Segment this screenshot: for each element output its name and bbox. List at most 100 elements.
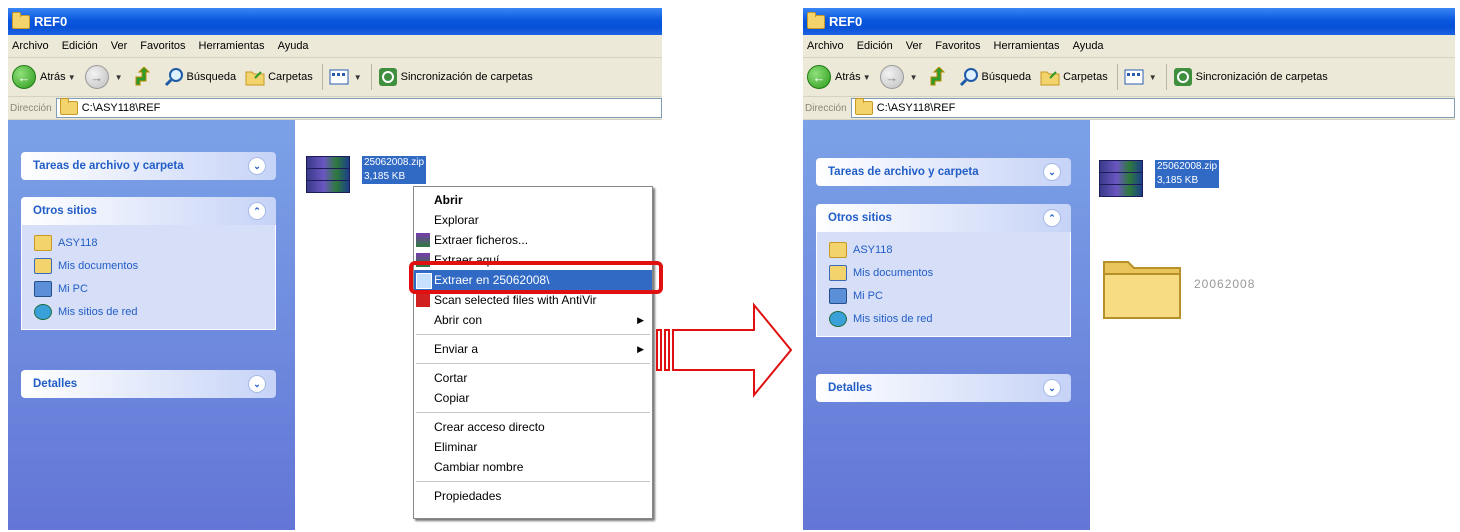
arrow-icon <box>656 302 793 398</box>
network-icon <box>829 310 847 327</box>
other-places-list: ASY118 Mis documentos Mi PC Mis sitios d… <box>21 225 276 330</box>
menu-herramientas[interactable]: Herramientas <box>199 40 265 52</box>
search-label: Búsqueda <box>186 71 237 83</box>
views-button[interactable]: ▼ <box>1124 67 1157 87</box>
menu-item-copy[interactable]: Copiar <box>414 388 652 408</box>
place-asy118[interactable]: ASY118 <box>34 231 275 254</box>
place-mi-pc[interactable]: Mi PC <box>34 277 275 300</box>
menu-item-cut[interactable]: Cortar <box>414 368 652 388</box>
sync-button[interactable]: Sincronización de carpetas <box>1173 67 1328 87</box>
folder-icon[interactable] <box>1100 250 1184 322</box>
sync-icon <box>1173 68 1192 86</box>
folder-icon <box>854 98 873 115</box>
menu-item-extract-files[interactable]: Extraer ficheros... <box>414 230 652 250</box>
menu-ayuda[interactable]: Ayuda <box>278 40 309 52</box>
views-button[interactable]: ▼ <box>329 67 362 87</box>
place-label: Mi PC <box>853 289 883 302</box>
mypc-icon <box>34 280 52 297</box>
chevron-right-icon: ▶ <box>637 315 644 325</box>
menu-divider <box>416 363 650 364</box>
folders-icon <box>1040 71 1060 86</box>
chevron-down-icon[interactable]: ⌄ <box>1043 379 1061 397</box>
chevron-up-icon[interactable]: ⌃ <box>248 202 266 220</box>
address-field[interactable]: C:\ASY118\REF <box>55 98 662 118</box>
place-mis-documentos[interactable]: Mis documentos <box>34 254 275 277</box>
mypc-icon <box>829 287 847 304</box>
menu-edicion[interactable]: Edición <box>857 40 893 52</box>
place-label: Mis documentos <box>853 266 934 279</box>
up-icon <box>135 67 150 86</box>
sync-icon <box>378 68 397 86</box>
menu-archivo[interactable]: Archivo <box>807 40 844 52</box>
forward-button[interactable]: → ▼ <box>84 65 123 89</box>
menu-bar: Archivo Edición Ver Favoritos Herramient… <box>8 35 662 58</box>
chevron-down-icon[interactable]: ⌄ <box>1043 163 1061 181</box>
forward-icon: → <box>879 65 904 89</box>
menu-favoritos[interactable]: Favoritos <box>140 40 185 52</box>
place-label: Mis sitios de red <box>853 312 933 325</box>
menu-item-label: Extraer ficheros... <box>434 233 529 247</box>
sync-label: Sincronización de carpetas <box>400 71 533 83</box>
highlight-box <box>409 261 663 294</box>
file-tasks-header[interactable]: Tareas de archivo y carpeta ⌄ <box>816 158 1071 186</box>
address-field[interactable]: C:\ASY118\REF <box>850 98 1455 118</box>
back-button[interactable]: ← Atrás ▼ <box>12 65 76 89</box>
details-header[interactable]: Detalles ⌄ <box>21 370 276 398</box>
menu-ver[interactable]: Ver <box>906 40 923 52</box>
menu-item-open[interactable]: Abrir <box>414 190 652 210</box>
place-mis-sitios-de-red[interactable]: Mis sitios de red <box>34 300 275 323</box>
up-button[interactable] <box>927 67 950 87</box>
file-name: 25062008.zip <box>1155 160 1220 174</box>
folders-button[interactable]: Carpetas <box>1040 67 1108 87</box>
place-mis-sitios-de-red[interactable]: Mis sitios de red <box>829 307 1070 330</box>
other-places-list: ASY118 Mis documentos Mi PC Mis sitios d… <box>816 232 1071 337</box>
search-icon <box>959 68 978 87</box>
menu-favoritos[interactable]: Favoritos <box>935 40 980 52</box>
up-button[interactable] <box>132 67 155 87</box>
window-title: REF0 <box>34 14 68 29</box>
folder-icon <box>59 98 78 115</box>
other-places-header[interactable]: Otros sitios ⌃ <box>21 197 276 225</box>
sync-button[interactable]: Sincronización de carpetas <box>378 67 533 87</box>
documents-icon <box>34 257 52 274</box>
file-tasks-header[interactable]: Tareas de archivo y carpeta ⌄ <box>21 152 276 180</box>
other-places-header[interactable]: Otros sitios ⌃ <box>816 204 1071 232</box>
menu-edicion[interactable]: Edición <box>62 40 98 52</box>
place-mi-pc[interactable]: Mi PC <box>829 284 1070 307</box>
winrar-icon <box>306 156 350 193</box>
separator <box>321 64 323 90</box>
forward-icon: → <box>84 65 109 89</box>
chevron-down-icon[interactable]: ⌄ <box>248 157 266 175</box>
menu-item-properties[interactable]: Propiedades <box>414 486 652 506</box>
menu-ver[interactable]: Ver <box>111 40 128 52</box>
search-button[interactable]: Búsqueda <box>959 67 1031 87</box>
place-mis-documentos[interactable]: Mis documentos <box>829 261 1070 284</box>
address-bar: Dirección C:\ASY118\REF <box>803 97 1455 120</box>
menu-item-label: Enviar a <box>434 342 479 356</box>
menu-archivo[interactable]: Archivo <box>12 40 49 52</box>
chevron-down-icon[interactable]: ⌄ <box>248 375 266 393</box>
context-menu: Abrir Explorar Extraer ficheros... Extra… <box>413 186 653 519</box>
chevron-up-icon[interactable]: ⌃ <box>1043 209 1061 227</box>
menu-ayuda[interactable]: Ayuda <box>1073 40 1104 52</box>
folders-button[interactable]: Carpetas <box>245 67 313 87</box>
menu-item-explore[interactable]: Explorar <box>414 210 652 230</box>
menu-item-send-to[interactable]: Enviar a ▶ <box>414 339 652 359</box>
details-header[interactable]: Detalles ⌄ <box>816 374 1071 402</box>
menu-item-open-with[interactable]: Abrir con ▶ <box>414 310 652 330</box>
place-asy118[interactable]: ASY118 <box>829 238 1070 261</box>
search-button[interactable]: Búsqueda <box>164 67 237 87</box>
menu-item-rename[interactable]: Cambiar nombre <box>414 457 652 477</box>
menu-item-delete[interactable]: Eliminar <box>414 437 652 457</box>
place-label: Mis sitios de red <box>58 305 138 318</box>
zip-file-item[interactable]: 25062008.zip 3,185 KB <box>306 156 427 193</box>
extracted-folder-name[interactable]: 20062008 <box>1194 277 1255 291</box>
forward-button[interactable]: → ▼ <box>879 65 918 89</box>
zip-file-item[interactable]: 25062008.zip 3,185 KB <box>1099 160 1220 197</box>
menu-item-create-shortcut[interactable]: Crear acceso directo <box>414 417 652 437</box>
back-button[interactable]: ← Atrás ▼ <box>807 65 871 89</box>
other-places-title: Otros sitios <box>828 212 892 224</box>
file-tasks-title: Tareas de archivo y carpeta <box>828 166 979 178</box>
menu-herramientas[interactable]: Herramientas <box>994 40 1060 52</box>
address-path: C:\ASY118\REF <box>876 102 956 114</box>
